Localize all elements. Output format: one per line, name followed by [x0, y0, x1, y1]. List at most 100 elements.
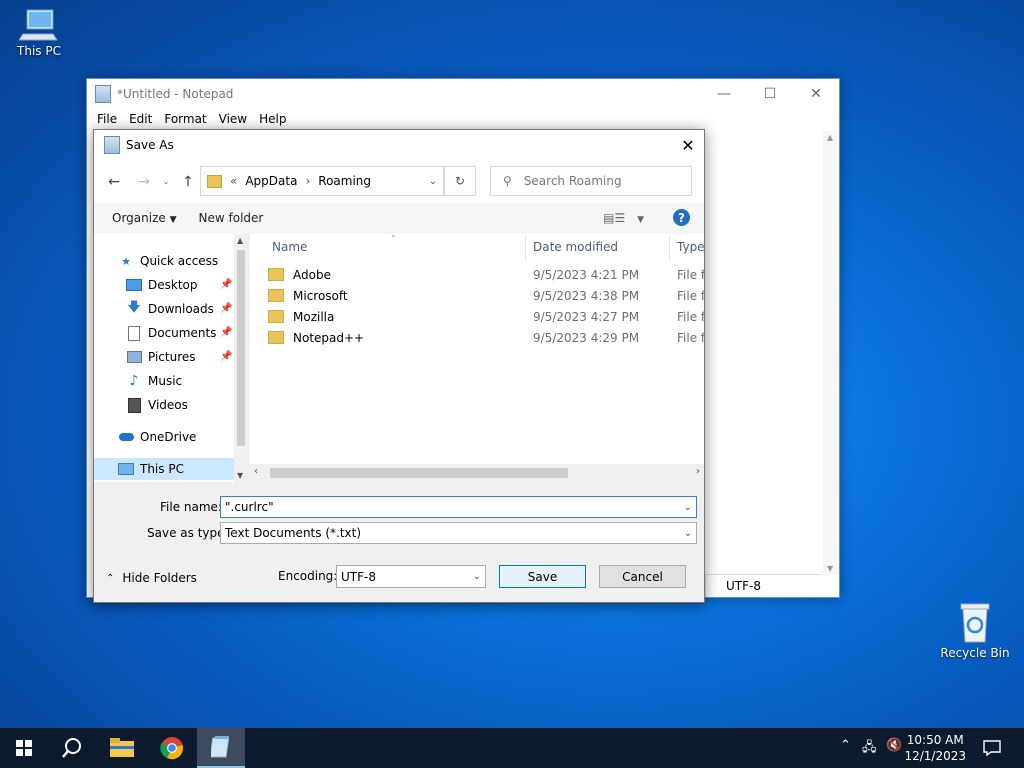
save-button[interactable]: Save	[499, 565, 586, 588]
folder-icon	[268, 310, 284, 323]
taskbar-file-explorer[interactable]	[98, 728, 146, 768]
refresh-button[interactable]: ↻	[444, 166, 476, 196]
help-icon[interactable]: ?	[673, 209, 690, 226]
volume-muted-icon[interactable]: 🔇	[886, 738, 902, 753]
this-pc-label: This PC	[17, 44, 61, 58]
menu-view[interactable]: View	[213, 112, 253, 126]
desktop-icon-this-pc[interactable]: This PC	[4, 8, 74, 58]
hide-folders-button[interactable]: ⌃ Hide Folders	[106, 571, 197, 585]
scroll-left-icon[interactable]: ‹	[254, 466, 258, 477]
maximize-button[interactable]: ☐	[747, 79, 793, 109]
taskbar-notepad[interactable]	[197, 728, 245, 768]
caret-up-icon: ⌃	[106, 572, 115, 584]
file-date: 9/5/2023 4:29 PM	[533, 330, 640, 345]
up-arrow-icon[interactable]: ↑	[178, 172, 198, 192]
minimize-button[interactable]: —	[701, 79, 747, 109]
dialog-titlebar[interactable]: Save As	[94, 130, 704, 160]
save-type-select[interactable]: Text Documents (*.txt) ⌄	[220, 522, 697, 544]
forward-arrow-icon[interactable]: →	[134, 172, 154, 192]
file-type: File folder	[677, 288, 704, 303]
dialog-toolbar: Organize ▼ New folder ▤☰ ▼ ?	[94, 202, 704, 234]
tree-item-this-pc[interactable]: This PC	[94, 458, 234, 480]
file-name-input[interactable]: ".curlrc" ⌄	[220, 496, 697, 518]
file-row[interactable]: Microsoft 9/5/2023 4:38 PM File folder	[250, 285, 704, 306]
file-row[interactable]: Mozilla 9/5/2023 4:27 PM File folder	[250, 306, 704, 327]
scroll-down-icon[interactable]: ▼	[827, 564, 833, 573]
start-button[interactable]	[0, 728, 48, 768]
file-date: 9/5/2023 4:21 PM	[533, 267, 640, 282]
tree-item-label: Videos	[148, 398, 188, 412]
notification-icon	[983, 740, 1001, 756]
encoding-select[interactable]: UTF-8 ⌄	[336, 565, 486, 588]
file-name: Mozilla	[293, 309, 335, 324]
search-icon	[62, 738, 81, 758]
clock[interactable]: 10:50 AM 12/1/2023	[904, 732, 966, 764]
organize-button[interactable]: Organize ▼	[103, 211, 186, 225]
column-separator[interactable]	[525, 236, 526, 260]
file-row[interactable]: Notepad++ 9/5/2023 4:29 PM File folder	[250, 327, 704, 348]
chevron-down-icon[interactable]: ⌄	[684, 528, 692, 539]
search-button[interactable]	[48, 728, 96, 768]
scroll-thumb[interactable]	[270, 468, 568, 478]
clock-time: 10:50 AM	[906, 733, 964, 747]
column-header-type[interactable]: Type	[677, 234, 705, 260]
column-header-date[interactable]: Date modified	[533, 234, 618, 260]
cancel-button[interactable]: Cancel	[599, 565, 686, 588]
chevron-down-icon[interactable]: ⌄	[473, 571, 481, 582]
file-name: Microsoft	[293, 288, 348, 303]
show-hidden-icons-icon[interactable]: ⌃	[840, 738, 851, 753]
file-date: 9/5/2023 4:38 PM	[533, 288, 640, 303]
scroll-thumb[interactable]	[237, 250, 245, 446]
dialog-title: Save As	[126, 138, 174, 152]
notepad-icon	[104, 136, 120, 154]
new-folder-button[interactable]: New folder	[190, 211, 273, 225]
hide-folders-label: Hide Folders	[122, 571, 197, 585]
address-bar[interactable]: « AppData › Roaming ⌄	[200, 166, 444, 196]
breadcrumb-overflow[interactable]: «	[230, 174, 237, 188]
tree-item-label: Documents	[148, 326, 217, 340]
refresh-icon: ↻	[454, 174, 466, 188]
search-placeholder: Search Roaming	[523, 174, 622, 188]
menu-help[interactable]: Help	[253, 112, 292, 126]
computer-icon	[18, 8, 59, 42]
network-icon[interactable]: 🖧	[862, 738, 877, 760]
close-button[interactable]: ✕	[793, 79, 839, 109]
tree-item-label: Music	[148, 374, 183, 388]
scroll-down-icon[interactable]: ▼	[237, 471, 243, 480]
search-box[interactable]: ⚲ Search Roaming	[490, 166, 692, 196]
breadcrumb-appdata[interactable]: AppData	[245, 174, 297, 188]
dialog-close-button[interactable]: ✕	[672, 130, 704, 160]
scroll-up-icon[interactable]: ▲	[827, 133, 833, 142]
file-row[interactable]: Adobe 9/5/2023 4:21 PM File folder	[250, 264, 704, 285]
recent-locations-chevron-icon[interactable]: ⌄	[156, 172, 176, 192]
file-list-horizontal-scrollbar[interactable]: ‹ ›	[250, 464, 704, 482]
view-options-icon[interactable]: ▤☰ ▼	[603, 211, 644, 225]
scroll-up-icon[interactable]: ▲	[237, 236, 243, 245]
folder-icon	[268, 268, 284, 281]
scroll-right-icon[interactable]: ›	[696, 466, 700, 477]
menu-file[interactable]: File	[91, 112, 123, 126]
save-type-value: Text Documents (*.txt)	[225, 526, 362, 540]
navigation-bar: ← → ⌄ ↑ « AppData › Roaming ⌄ ↻ ⚲ Search…	[94, 160, 704, 202]
notepad-icon	[95, 85, 111, 103]
back-arrow-icon[interactable]: ←	[104, 172, 124, 192]
pin-icon: 📌	[220, 351, 233, 362]
column-separator[interactable]	[669, 236, 670, 260]
file-type: File folder	[677, 267, 704, 282]
taskbar-chrome[interactable]	[148, 728, 196, 768]
navigation-pane-scrollbar[interactable]: ▲ ▼	[234, 234, 248, 482]
column-header-name[interactable]: Name	[272, 234, 307, 260]
music-note-icon: ♪	[129, 373, 139, 389]
notifications-button[interactable]	[970, 728, 1014, 768]
organize-label: Organize	[112, 211, 166, 225]
desktop-icon-recycle-bin[interactable]: Recycle Bin	[940, 602, 1010, 660]
notepad-icon	[211, 736, 230, 758]
breadcrumb-roaming[interactable]: Roaming	[318, 174, 371, 188]
file-type: File folder	[677, 330, 704, 345]
chevron-down-icon[interactable]: ⌄	[684, 502, 692, 513]
menu-format[interactable]: Format	[158, 112, 212, 126]
notepad-vertical-scrollbar[interactable]: ▲ ▼	[823, 131, 839, 575]
menu-edit[interactable]: Edit	[123, 112, 158, 126]
address-dropdown-chevron-icon[interactable]: ⌄	[429, 176, 437, 187]
notepad-statusbar: UTF-8	[705, 574, 821, 597]
